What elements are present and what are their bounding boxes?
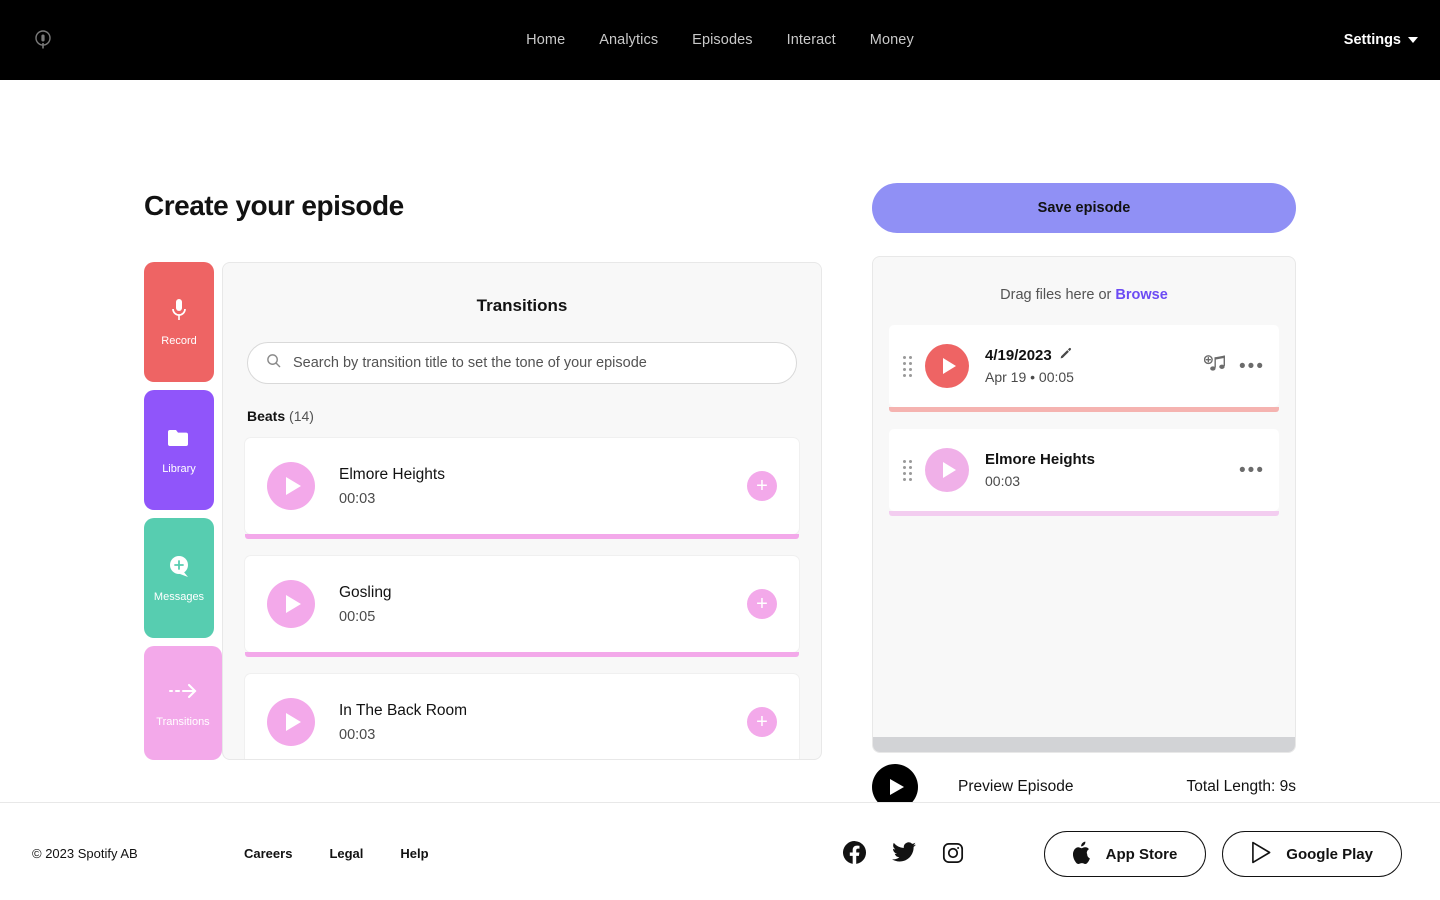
- apple-icon: [1073, 841, 1092, 868]
- copyright-text: © 2023 Spotify AB: [32, 846, 138, 861]
- page-title: Create your episode: [144, 190, 404, 222]
- add-music-note-icon[interactable]: [1204, 354, 1230, 379]
- footer-links: Careers Legal Help: [244, 846, 429, 861]
- play-icon[interactable]: [267, 462, 315, 510]
- episode-subtitle: Apr 19 • 00:05: [985, 369, 1204, 385]
- chevron-down-icon: [1408, 37, 1418, 43]
- footer-link-legal[interactable]: Legal: [329, 846, 363, 861]
- track-title: Gosling: [339, 584, 747, 602]
- save-episode-button[interactable]: Save episode: [872, 183, 1296, 233]
- drag-handle-icon[interactable]: [903, 356, 913, 377]
- episode-dropzone[interactable]: Drag files here or Browse 4/19/2023: [872, 256, 1296, 753]
- search-input[interactable]: [293, 355, 778, 371]
- play-icon[interactable]: [925, 448, 969, 492]
- nav-link-interact[interactable]: Interact: [787, 32, 836, 48]
- plus-icon[interactable]: +: [747, 707, 777, 737]
- search-icon: [266, 353, 281, 373]
- table-row[interactable]: Gosling 00:05 +: [245, 556, 799, 652]
- track-duration: 00:03: [339, 491, 747, 507]
- episode-track-list: 4/19/2023 Apr 19 • 00:05: [873, 325, 1295, 511]
- list-item[interactable]: 4/19/2023 Apr 19 • 00:05: [889, 325, 1279, 407]
- pencil-icon[interactable]: [1059, 347, 1072, 364]
- app-store-label: App Store: [1106, 846, 1178, 863]
- transitions-panel: Transitions Beats (14) Elmore Heights: [222, 262, 822, 760]
- episode-subtitle: 00:03: [985, 473, 1239, 489]
- plus-icon[interactable]: +: [747, 471, 777, 501]
- folder-icon: [167, 425, 191, 451]
- arrow-right-icon: [168, 678, 198, 704]
- app-store-button[interactable]: App Store: [1044, 831, 1207, 877]
- drag-handle-icon[interactable]: [903, 460, 913, 481]
- episode-title: Elmore Heights: [985, 451, 1095, 468]
- track-meta: Elmore Heights 00:03: [339, 466, 747, 507]
- track-group-name: Beats: [247, 408, 285, 424]
- more-options-icon[interactable]: •••: [1239, 461, 1265, 480]
- track-meta: In The Back Room 00:03: [339, 702, 747, 743]
- sidebar-item-record[interactable]: Record: [144, 262, 214, 382]
- track-group-count: (14): [289, 408, 314, 424]
- episode-title-row: 4/19/2023: [985, 347, 1204, 364]
- settings-menu-button[interactable]: Settings: [1344, 32, 1418, 48]
- microphone-icon: [170, 297, 188, 323]
- primary-nav-links: Home Analytics Episodes Interact Money: [0, 32, 1440, 48]
- social-links: [843, 841, 964, 864]
- track-group-header: Beats (14): [247, 408, 821, 424]
- play-icon[interactable]: [267, 580, 315, 628]
- twitter-icon[interactable]: [892, 842, 916, 864]
- episode-title: 4/19/2023: [985, 347, 1052, 364]
- episode-meta: Elmore Heights 00:03: [985, 451, 1239, 489]
- facebook-icon[interactable]: [843, 841, 866, 864]
- message-plus-icon: [167, 553, 191, 579]
- nav-link-episodes[interactable]: Episodes: [692, 32, 752, 48]
- track-title: Elmore Heights: [339, 466, 747, 484]
- dropzone-scrollbar[interactable]: [873, 737, 1295, 752]
- sidebar-item-label: Record: [161, 335, 196, 347]
- google-play-button[interactable]: Google Play: [1222, 831, 1402, 877]
- drop-hint-text: Drag files here or: [1000, 287, 1115, 303]
- play-icon[interactable]: [925, 344, 969, 388]
- episode-actions: •••: [1239, 461, 1265, 480]
- preview-episode-label: Preview Episode: [958, 778, 1073, 796]
- track-title: In The Back Room: [339, 702, 747, 720]
- editor-area: Record Library Message: [144, 262, 822, 760]
- total-length-label: Total Length: 9s: [1187, 778, 1296, 796]
- episode-actions: •••: [1204, 354, 1265, 379]
- list-item[interactable]: Elmore Heights 00:03 •••: [889, 429, 1279, 511]
- google-play-icon: [1251, 841, 1272, 868]
- panel-title: Transitions: [223, 296, 821, 316]
- table-row[interactable]: In The Back Room 00:03 +: [245, 674, 799, 760]
- footer-link-help[interactable]: Help: [400, 846, 428, 861]
- track-duration: 00:05: [339, 609, 747, 625]
- page-footer: © 2023 Spotify AB Careers Legal Help: [0, 802, 1440, 900]
- episode-meta: 4/19/2023 Apr 19 • 00:05: [985, 347, 1204, 385]
- nav-link-money[interactable]: Money: [870, 32, 914, 48]
- tool-tiles: Record Library Message: [144, 262, 222, 760]
- table-row[interactable]: Elmore Heights 00:03 +: [245, 438, 799, 534]
- nav-link-home[interactable]: Home: [526, 32, 565, 48]
- plus-icon[interactable]: +: [747, 589, 777, 619]
- sidebar-item-transitions[interactable]: Transitions: [144, 646, 222, 760]
- transition-track-list: Elmore Heights 00:03 + Gosling 00:05 +: [223, 438, 821, 760]
- instagram-icon[interactable]: [942, 842, 964, 864]
- search-box[interactable]: [247, 342, 797, 384]
- browse-link[interactable]: Browse: [1115, 287, 1167, 303]
- google-play-label: Google Play: [1286, 846, 1373, 863]
- sidebar-item-label: Library: [162, 463, 196, 475]
- sidebar-item-messages[interactable]: Messages: [144, 518, 214, 638]
- nav-link-analytics[interactable]: Analytics: [599, 32, 658, 48]
- main-content: Create your episode Save episode Record: [0, 80, 1440, 810]
- top-navigation-bar: Home Analytics Episodes Interact Money S…: [0, 0, 1440, 80]
- store-buttons: App Store Google Play: [1044, 831, 1402, 877]
- track-meta: Gosling 00:05: [339, 584, 747, 625]
- sidebar-item-library[interactable]: Library: [144, 390, 214, 510]
- track-duration: 00:03: [339, 727, 747, 743]
- more-options-icon[interactable]: •••: [1239, 357, 1265, 376]
- drop-hint: Drag files here or Browse: [873, 287, 1295, 303]
- sidebar-item-label: Transitions: [156, 716, 209, 728]
- episode-title-row: Elmore Heights: [985, 451, 1239, 468]
- play-icon[interactable]: [267, 698, 315, 746]
- settings-label: Settings: [1344, 32, 1401, 48]
- sidebar-item-label: Messages: [154, 591, 204, 603]
- footer-link-careers[interactable]: Careers: [244, 846, 292, 861]
